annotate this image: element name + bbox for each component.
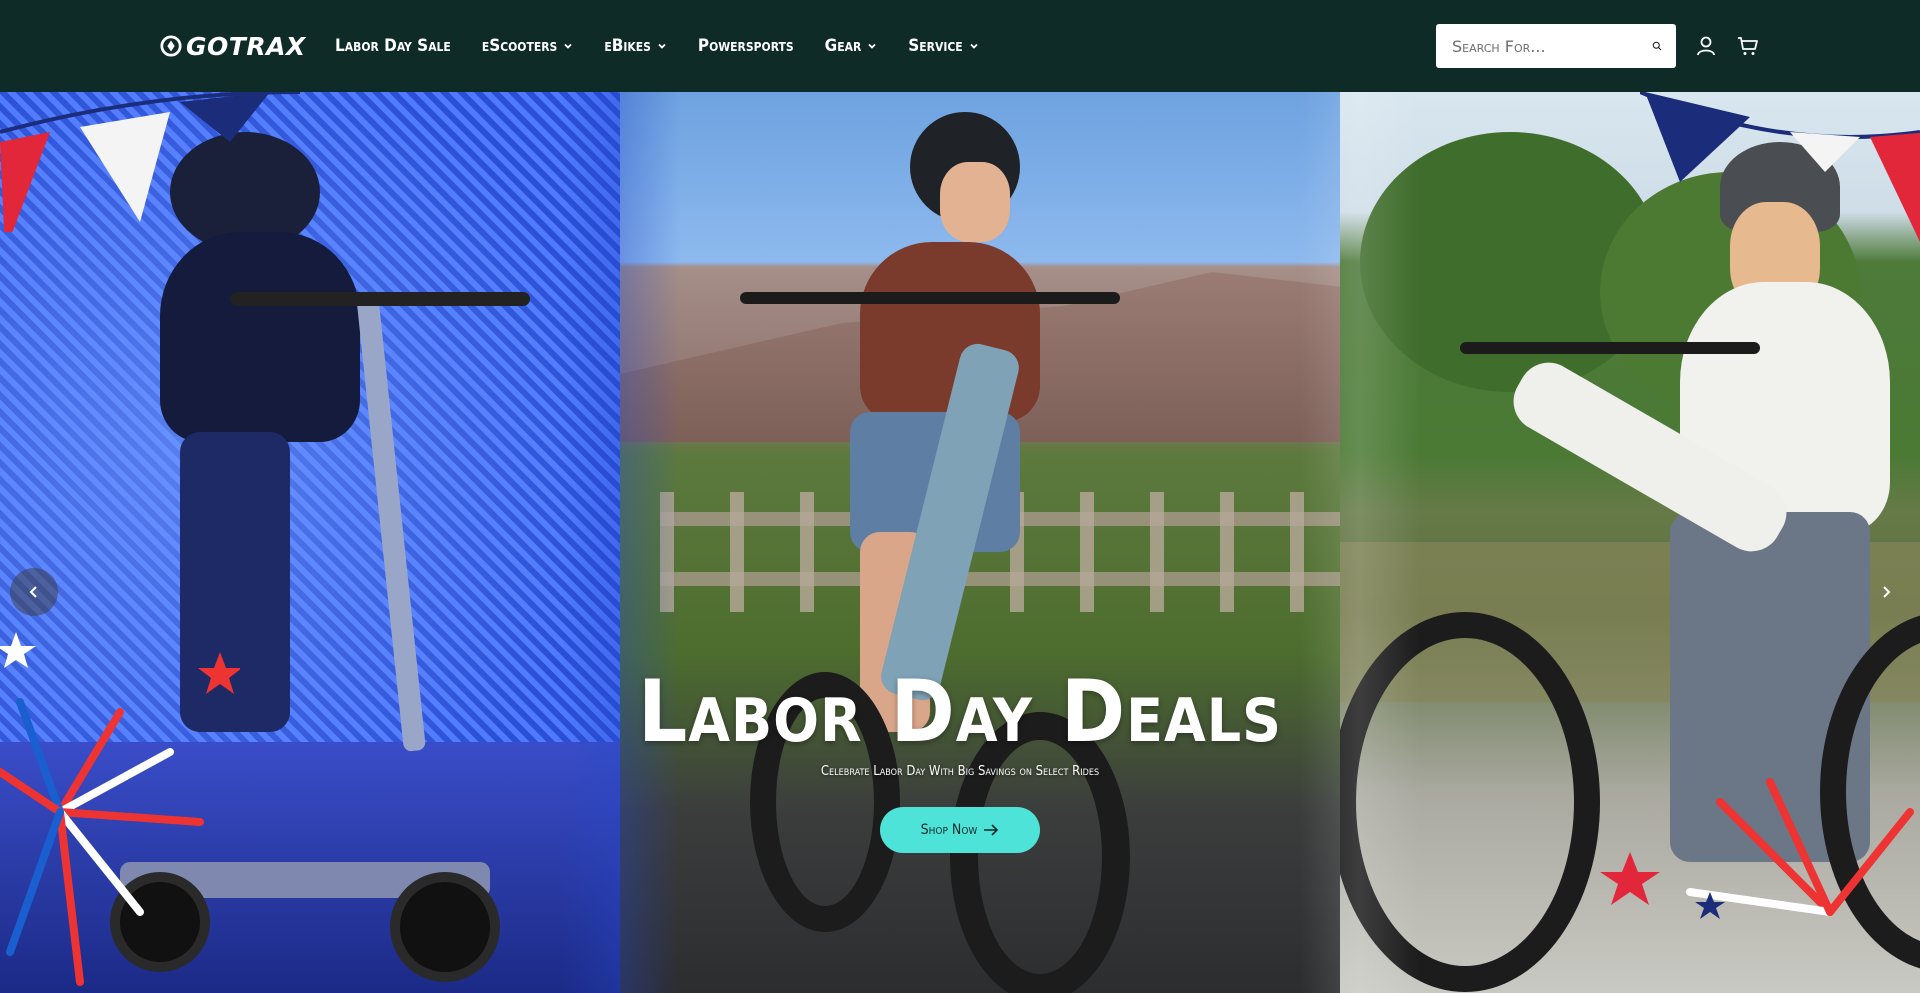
nav-item-ebikes[interactable]: eBikes (604, 36, 667, 56)
carousel-next-button[interactable] (1862, 568, 1910, 616)
site-header: GOTRAX Labor Day Sale eScooters eBikes P… (0, 0, 1920, 92)
chevron-down-icon (658, 43, 666, 49)
fireworks-decoration (0, 632, 240, 986)
hero-image-ebike (620, 92, 1360, 993)
carousel-prev-button[interactable] (10, 568, 58, 616)
arrow-right-icon (984, 824, 999, 836)
nav-label: Powersports (697, 36, 794, 56)
search-icon[interactable] (1652, 36, 1662, 56)
nav-label: Gear (824, 36, 862, 56)
chevron-down-icon (970, 43, 978, 49)
nav-label: eBikes (604, 36, 651, 56)
shop-now-button[interactable]: Shop Now (880, 807, 1040, 853)
search-input[interactable] (1452, 24, 1652, 68)
fireworks-decoration (1600, 778, 1914, 919)
cart-icon[interactable] (1736, 34, 1760, 58)
hero-banner: Labor Day Deals Celebrate Labor Day With… (0, 92, 1920, 993)
hero-title: Labor Day Deals (637, 662, 1283, 762)
chevron-left-icon (29, 586, 37, 598)
search-box (1436, 24, 1676, 68)
nav-label: eScooters (481, 36, 558, 56)
shop-now-label: Shop Now (920, 822, 978, 838)
bunting-decoration (1640, 92, 1920, 242)
account-icon[interactable] (1694, 34, 1718, 58)
nav-item-powersports[interactable]: Powersports (698, 36, 794, 56)
chevron-right-icon (1883, 586, 1891, 598)
logo-text: GOTRAX (186, 31, 306, 61)
nav-item-gear[interactable]: Gear (825, 36, 878, 56)
hero-subtitle: Celebrate Labor Day With Big Savings on … (820, 764, 1100, 779)
hero-image-step-through-ebike (1340, 92, 1920, 993)
nav-item-escooters[interactable]: eScooters (482, 36, 574, 56)
nav-item-service[interactable]: Service (908, 36, 978, 56)
chevron-down-icon (564, 43, 572, 49)
nav-label: Labor Day Sale (335, 36, 451, 56)
nav-label: Service (908, 36, 963, 56)
main-nav: Labor Day Sale eScooters eBikes Powerspo… (335, 0, 1010, 92)
nav-item-labor-day-sale[interactable]: Labor Day Sale (335, 36, 451, 56)
bunting-decoration (0, 92, 300, 232)
logo-mark-icon (160, 35, 182, 57)
gotrax-logo[interactable]: GOTRAX (160, 30, 306, 62)
hero-image-scooter (0, 92, 640, 993)
chevron-down-icon (868, 43, 876, 49)
